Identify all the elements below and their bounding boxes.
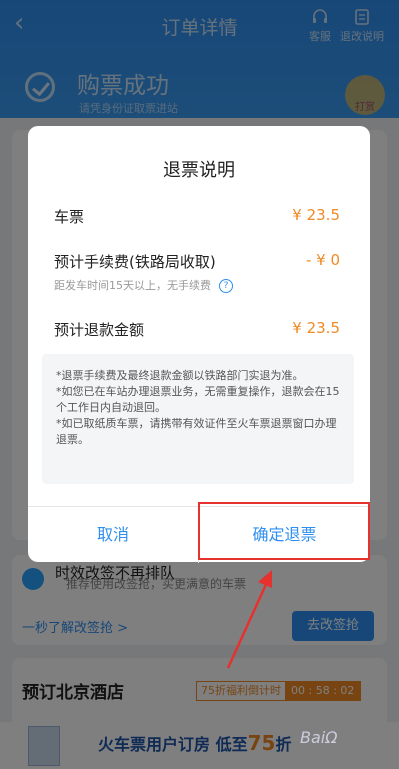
refund-amount-row: 预计退款金额 ¥ 23.5 [54,319,340,340]
cancel-button[interactable]: 取消 [28,507,199,563]
watermark: BaiΩ [300,728,338,747]
fee-row: 预计手续费(铁路局收取) - ¥ 0 [54,251,340,272]
ticket-price-label: 车票 [54,208,85,226]
refund-notice: *退票手续费及最终退款金额以铁路部门实退为准。 *如您已在车站办理退票业务，无需… [42,354,354,484]
refund-amount-label: 预计退款金额 [54,321,145,339]
ticket-price-value: ¥ 23.5 [292,206,340,224]
highlight-box [198,502,370,560]
fee-note: 距发车时间15天以上，无手续费? [54,277,233,293]
refund-amount-value: ¥ 23.5 [292,319,340,337]
refund-dialog: 退票说明 车票 ¥ 23.5 预计手续费(铁路局收取) - ¥ 0 距发车时间1… [28,126,370,563]
dialog-title: 退票说明 [163,160,235,181]
notice-line: *如已取纸质车票，请携带有效证件至火车票退票窗口办理退票。 [56,417,337,446]
notice-line: *如您已在车站办理退票业务，无需重复操作，退款会在15个工作日内自动退回。 [56,385,340,414]
fee-value: - ¥ 0 [305,251,340,269]
ticket-price-row: 车票 ¥ 23.5 [54,206,340,227]
question-icon[interactable]: ? [219,279,233,293]
notice-line: *退票手续费及最终退款金额以铁路部门实退为准。 [56,369,304,382]
fee-note-text: 距发车时间15天以上，无手续费 [54,279,211,292]
fee-label: 预计手续费(铁路局收取) [54,253,216,271]
